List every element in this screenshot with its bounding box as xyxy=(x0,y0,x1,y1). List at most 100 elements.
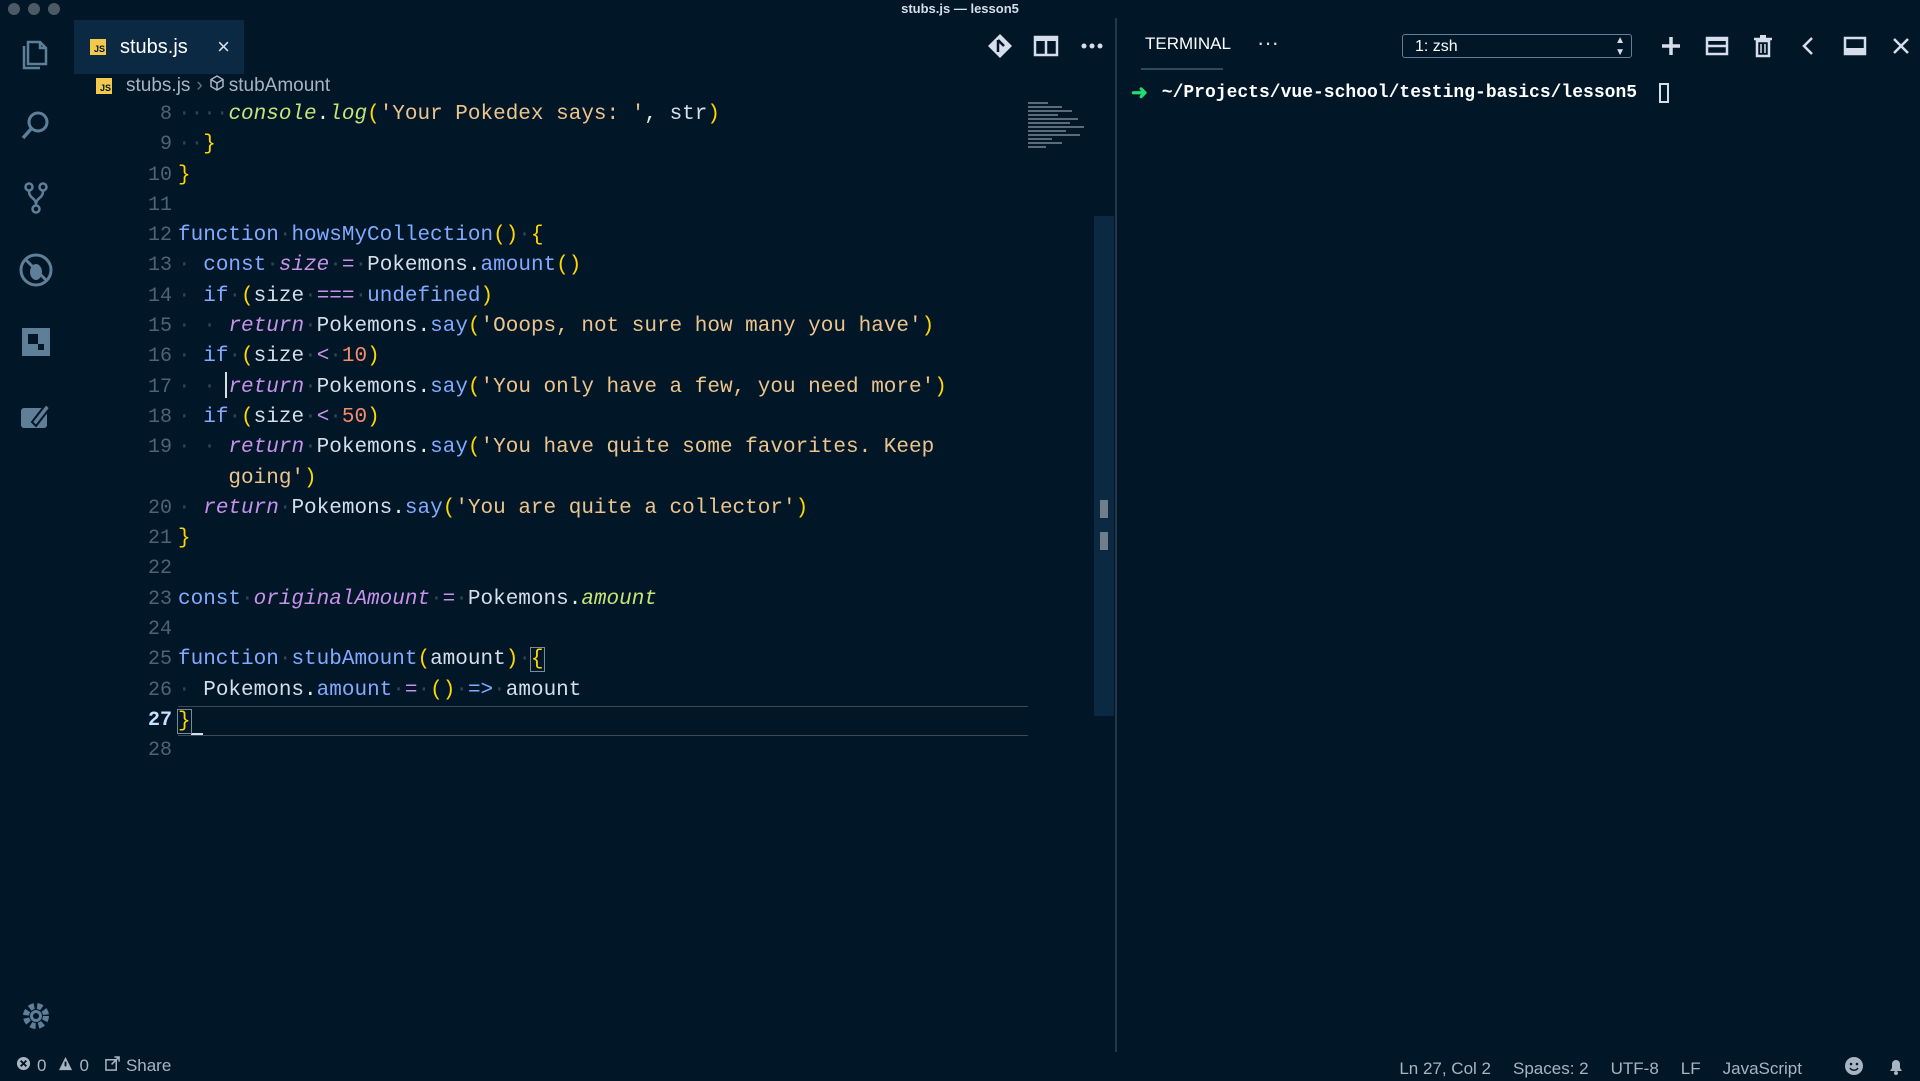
line-number: 27 xyxy=(147,708,172,732)
close-icon[interactable] xyxy=(1887,32,1915,60)
code-line: · · return·Pokemons.say('You only have a… xyxy=(178,375,947,399)
chevron-updown-icon: ▲ ▼ xyxy=(1615,35,1625,58)
more-actions-icon[interactable] xyxy=(1078,32,1106,60)
breadcrumb-separator: › xyxy=(196,75,203,96)
code-line: · if·(size·<·10) xyxy=(178,345,380,369)
scrollbar-marker xyxy=(1100,500,1108,518)
line-number: 15 xyxy=(147,315,172,339)
line-number xyxy=(72,464,182,494)
code-line: function·stubAmount(amount)·{ xyxy=(178,647,545,673)
line-number: 23 xyxy=(147,587,172,611)
encoding[interactable]: UTF-8 xyxy=(1611,1059,1659,1079)
tab-terminal[interactable]: TERMINAL xyxy=(1145,34,1231,54)
maximize-panel-icon[interactable] xyxy=(1841,32,1869,60)
terminal-cursor xyxy=(1659,83,1670,103)
code-line: } xyxy=(178,527,191,551)
code-line: going') xyxy=(228,466,317,490)
line-number-gutter: 8 9 10 11 12 13 14 15 16 17 18 19 20 21 22 23 24 25 26 27 28 xyxy=(72,100,182,767)
end-of-line[interactable]: LF xyxy=(1681,1059,1701,1079)
active-tab-indicator xyxy=(1141,68,1223,70)
code-line: ··} xyxy=(178,133,216,157)
extensions-icon[interactable] xyxy=(18,324,54,360)
line-number: 20 xyxy=(147,496,172,520)
cursor-position[interactable]: Ln 27, Col 2 xyxy=(1399,1059,1491,1079)
breadcrumb-symbol[interactable]: stubAmount xyxy=(229,75,330,97)
error-icon[interactable] xyxy=(16,1056,31,1076)
line-number: 13 xyxy=(147,254,172,278)
line-number: 25 xyxy=(147,648,172,672)
code-line: ····console.log('Your Pokedex says: ', s… xyxy=(178,103,720,126)
breadcrumb-file[interactable]: stubs.js xyxy=(126,75,190,97)
line-number: 8 xyxy=(159,103,172,126)
panel-header: TERMINAL ··· 1: zsh ▲ ▼ xyxy=(1117,18,1920,74)
line-number: 28 xyxy=(147,739,172,763)
code-line-current: } xyxy=(177,705,1028,737)
line-number: 18 xyxy=(147,405,172,429)
trash-icon[interactable] xyxy=(1749,32,1777,60)
chevron-left-icon[interactable] xyxy=(1795,32,1823,60)
code-line: · if·(size·===·undefined) xyxy=(178,284,494,308)
editor-scrollbar[interactable] xyxy=(1094,216,1114,716)
more-actions-icon[interactable]: ··· xyxy=(1257,30,1279,56)
code-line: · Pokemons.amount·=·()·=>·amount xyxy=(178,678,582,702)
status-left: 0 0 Share xyxy=(16,1056,171,1076)
code-line: · · return·Pokemons.say('You have quite … xyxy=(178,436,935,460)
bell-icon[interactable] xyxy=(1886,1056,1906,1081)
error-count[interactable]: 0 xyxy=(37,1056,46,1076)
window-title: stubs.js — lesson5 xyxy=(901,1,1019,16)
tab-stubs-js[interactable]: JS stubs.js × xyxy=(74,20,244,74)
line-number: 19 xyxy=(147,436,172,460)
source-control-icon[interactable] xyxy=(18,180,54,216)
line-number: 11 xyxy=(147,193,172,217)
line-number: 14 xyxy=(147,284,172,308)
close-icon[interactable]: × xyxy=(217,34,230,60)
code-editor[interactable]: 8 9 10 11 12 13 14 15 16 17 18 19 20 21 22 23 24 25 26 27 28… xyxy=(72,100,1116,1052)
add-terminal-icon[interactable] xyxy=(1657,32,1685,60)
line-number: 26 xyxy=(147,678,172,702)
split-editor-icon[interactable] xyxy=(1032,32,1060,60)
language-mode[interactable]: JavaScript xyxy=(1723,1059,1802,1079)
line-number: 21 xyxy=(147,527,172,551)
panel-actions xyxy=(1657,32,1915,60)
terminal-panel: TERMINAL ··· 1: zsh ▲ ▼ ➜ ~/Projects/vue… xyxy=(1117,18,1920,1052)
terminal-output[interactable]: ➜ ~/Projects/vue-school/testing-basics/l… xyxy=(1131,80,1670,106)
files-icon[interactable] xyxy=(18,36,54,72)
remote-icon[interactable] xyxy=(18,396,54,432)
code-line: function·howsMyCollection()·{ xyxy=(178,224,544,248)
line-number: 12 xyxy=(147,224,172,248)
warning-count[interactable]: 0 xyxy=(79,1056,88,1076)
scrollbar-marker xyxy=(1100,532,1108,550)
line-number: 9 xyxy=(159,133,172,157)
status-right: Ln 27, Col 2 Spaces: 2 UTF-8 LF JavaScri… xyxy=(1399,1056,1906,1081)
gear-icon[interactable] xyxy=(20,1000,52,1032)
code-line: · if·(size·<·50) xyxy=(178,405,380,429)
activity-bar xyxy=(0,18,72,1052)
debug-icon[interactable] xyxy=(18,252,54,288)
code-line: const·originalAmount·=·Pokemons.amount xyxy=(178,587,657,611)
code-line: } xyxy=(178,163,191,187)
feedback-smiley-icon[interactable] xyxy=(1844,1056,1864,1081)
terminal-select[interactable]: 1: zsh ▲ ▼ xyxy=(1402,34,1632,58)
line-number: 22 xyxy=(147,557,172,581)
breadcrumb: JS stubs.js › stubAmount xyxy=(96,72,330,100)
git-compare-icon[interactable] xyxy=(986,32,1014,60)
code-line: · const·size·=·Pokemons.amount() xyxy=(178,254,582,278)
code-line: · · return·Pokemons.say('Ooops, not sure… xyxy=(178,315,935,339)
indentation[interactable]: Spaces: 2 xyxy=(1513,1059,1589,1079)
share-icon[interactable] xyxy=(105,1056,120,1076)
tab-label: stubs.js xyxy=(120,35,188,58)
symbol-method-icon xyxy=(209,75,225,97)
warning-icon[interactable] xyxy=(58,1056,73,1076)
status-bar: 0 0 Share Ln 27, Col 2 Spaces: 2 UTF-8 L… xyxy=(0,1052,1920,1080)
search-icon[interactable] xyxy=(18,108,54,144)
split-terminal-icon[interactable] xyxy=(1703,32,1731,60)
title-bar: stubs.js — lesson5 xyxy=(0,0,1920,18)
line-number: 16 xyxy=(147,345,172,369)
code-content[interactable]: ····console.log('Your Pokedex says: ', s… xyxy=(177,100,1028,767)
minimap[interactable] xyxy=(1028,102,1088,162)
share-button[interactable]: Share xyxy=(126,1056,171,1076)
